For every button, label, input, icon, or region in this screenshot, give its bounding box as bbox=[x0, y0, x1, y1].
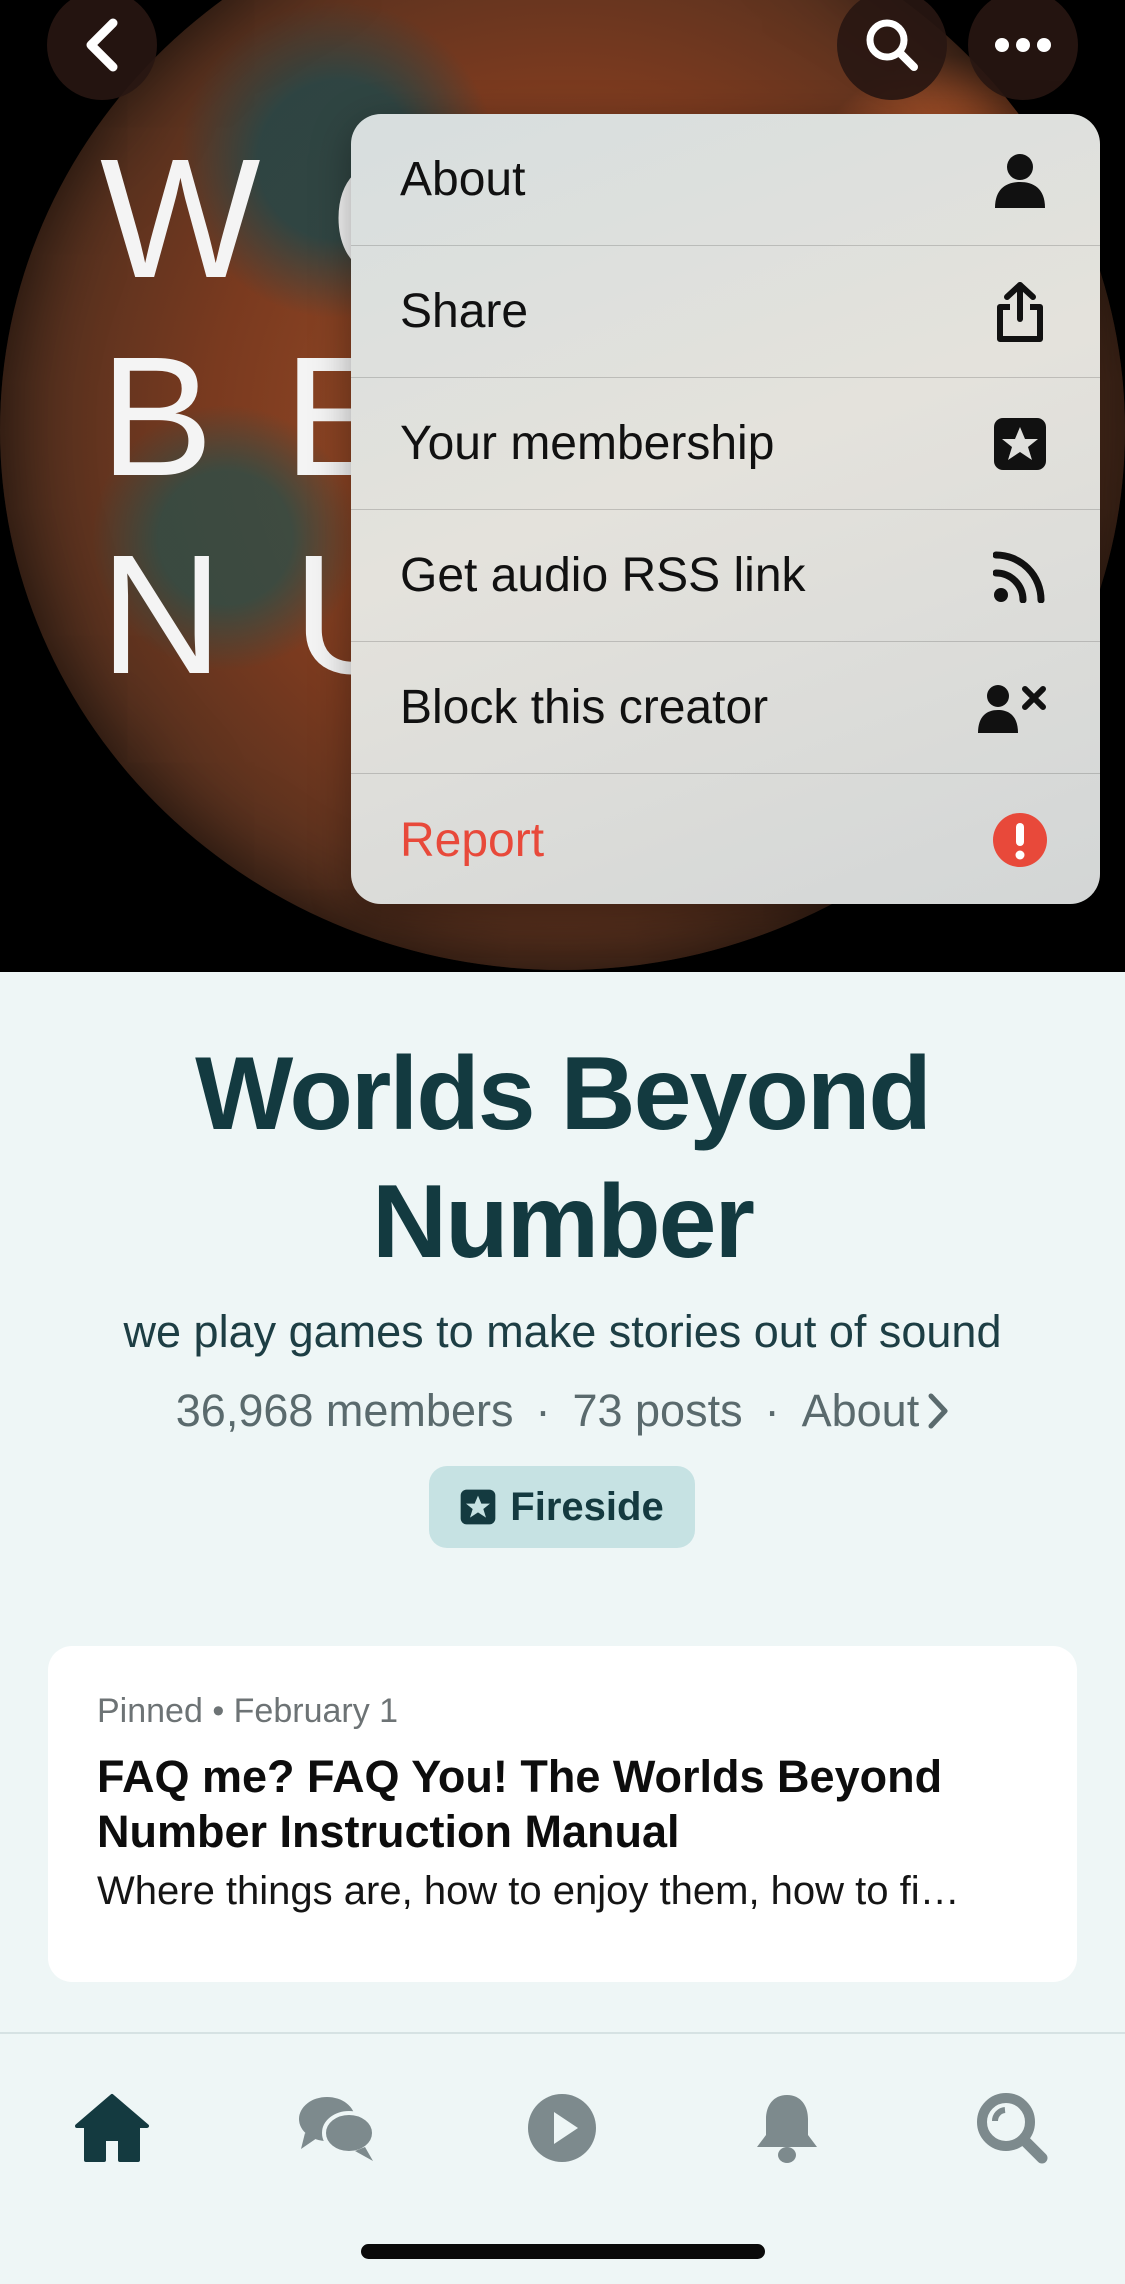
menu-item-label: Block this creator bbox=[400, 681, 769, 734]
tab-play[interactable] bbox=[520, 2086, 604, 2170]
about-link[interactable]: About bbox=[802, 1385, 950, 1437]
options-menu: About Share Your membership Get audio RS… bbox=[351, 114, 1100, 904]
rss-icon bbox=[992, 548, 1048, 604]
creator-title-line: Number bbox=[372, 1164, 755, 1280]
menu-item-label: About bbox=[400, 153, 526, 206]
menu-item-block[interactable]: Block this creator bbox=[351, 642, 1100, 774]
search-icon bbox=[977, 2093, 1048, 2164]
creator-tagline: we play games to make stories out of sou… bbox=[123, 1306, 1002, 1357]
about-link-label: About bbox=[801, 1385, 920, 1436]
tab-search[interactable] bbox=[970, 2086, 1054, 2170]
menu-item-label: Share bbox=[400, 285, 529, 338]
post-excerpt: Where things are, how to enjoy them, how… bbox=[97, 1869, 960, 1913]
separator: · bbox=[535, 1385, 551, 1436]
ellipsis-icon bbox=[995, 38, 1051, 52]
star-badge-icon bbox=[460, 1489, 496, 1525]
menu-item-label: Get audio RSS link bbox=[400, 549, 806, 602]
exclamation-icon bbox=[992, 812, 1048, 868]
menu-item-label: Your membership bbox=[400, 417, 775, 470]
post-count: 73 posts bbox=[572, 1385, 743, 1436]
home-indicator[interactable] bbox=[361, 2244, 765, 2259]
menu-item-label: Report bbox=[400, 813, 545, 867]
tab-chats[interactable] bbox=[295, 2086, 379, 2170]
tier-badge[interactable]: Fireside bbox=[429, 1466, 695, 1548]
chevron-left-icon bbox=[86, 18, 118, 72]
menu-item-rss[interactable]: Get audio RSS link bbox=[351, 510, 1100, 642]
creator-stats: 36,968 members · 73 posts · About bbox=[0, 1385, 1125, 1437]
menu-item-share[interactable]: Share bbox=[351, 246, 1100, 378]
post-meta: Pinned • February 1 bbox=[97, 1692, 399, 1730]
pinned-post-card[interactable]: Pinned • February 1 FAQ me? FAQ You! The… bbox=[48, 1646, 1077, 1982]
person-icon bbox=[992, 152, 1048, 208]
tab-notifications[interactable] bbox=[745, 2086, 829, 2170]
menu-item-report[interactable]: Report bbox=[351, 774, 1100, 904]
chat-bubbles-icon bbox=[299, 2097, 376, 2161]
share-icon bbox=[992, 281, 1048, 342]
creator-title-line: Worlds Beyond bbox=[195, 1036, 932, 1152]
tab-home[interactable] bbox=[70, 2086, 154, 2170]
bell-icon bbox=[757, 2095, 817, 2163]
menu-item-about[interactable]: About bbox=[351, 114, 1100, 246]
member-count: 36,968 members bbox=[175, 1385, 514, 1436]
block-user-icon bbox=[978, 680, 1048, 736]
post-title: FAQ me? FAQ You! The Worlds Beyond Numbe… bbox=[97, 1751, 943, 1857]
chevron-right-icon bbox=[928, 1393, 948, 1429]
search-icon bbox=[866, 19, 918, 71]
tier-name: Fireside bbox=[510, 1484, 664, 1529]
creator-title: Worlds Beyond Number bbox=[0, 1030, 1125, 1286]
home-icon bbox=[75, 2094, 149, 2162]
star-badge-icon bbox=[992, 416, 1048, 472]
separator: · bbox=[764, 1385, 780, 1436]
play-icon bbox=[528, 2094, 596, 2162]
menu-item-membership[interactable]: Your membership bbox=[351, 378, 1100, 510]
